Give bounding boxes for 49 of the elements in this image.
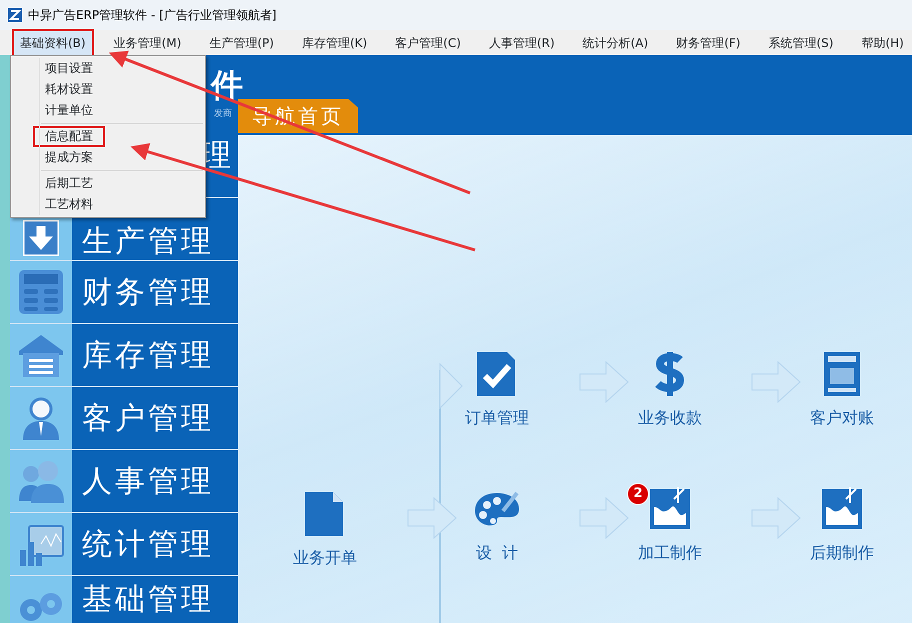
flow-node[interactable]: 业务开单 — [270, 490, 380, 570]
sidebar-item[interactable]: 库存管理 — [10, 324, 238, 387]
menu-option[interactable]: 耗材设置 — [33, 79, 105, 100]
menu-option[interactable]: 项目设置 — [33, 58, 105, 79]
node-label: 业务开单 — [293, 547, 357, 569]
flow-node[interactable]: 业务收款 — [615, 350, 725, 430]
calculator-icon — [17, 268, 65, 316]
download-icon — [23, 220, 59, 256]
sidebar-item[interactable]: 财务管理 — [10, 261, 238, 324]
window-title: 中异广告ERP管理软件 - [广告行业管理领航者] — [28, 7, 276, 24]
menu-item[interactable]: 财务管理(F) — [668, 28, 748, 56]
menu-item[interactable]: 库存管理(K) — [294, 28, 376, 56]
sidebar-item[interactable]: 客户管理 — [10, 387, 238, 450]
flow-node[interactable]: 加工制作 2 — [615, 485, 725, 565]
flow-node[interactable]: 后期制作 — [787, 485, 897, 565]
sidebar-item[interactable]: 人事管理 — [10, 450, 238, 513]
menu-option[interactable]: 计量单位 — [33, 100, 105, 121]
menu-option[interactable]: 信息配置 — [33, 126, 105, 147]
flow-arrow — [752, 496, 801, 540]
node-label: 设 计 — [476, 542, 518, 564]
app-logo-icon — [8, 8, 22, 22]
menu-item[interactable]: 帮助(H) — [853, 28, 912, 56]
count-badge: 2 — [627, 483, 649, 505]
menu-item[interactable]: 客户管理(C) — [387, 28, 469, 56]
node-label: 业务收款 — [638, 407, 702, 429]
menu-item[interactable]: 生产管理(P) — [201, 28, 282, 56]
flow-node[interactable]: 客户对账 — [787, 350, 897, 430]
node-label: 订单管理 — [465, 407, 529, 429]
menu-option[interactable]: 后期工艺 — [33, 173, 105, 194]
menu-option[interactable]: 提成方案 — [33, 147, 105, 168]
flow-node[interactable]: 设 计 — [442, 485, 552, 565]
sidebar-item[interactable]: 统计管理 — [10, 513, 238, 576]
menu-item[interactable]: 业务管理(M) — [106, 28, 190, 56]
header-title: 件 — [211, 69, 243, 101]
gears-icon — [19, 592, 63, 622]
node-label: 后期制作 — [810, 542, 874, 564]
flow-arrow — [580, 360, 629, 404]
flow-node[interactable]: 订单管理 — [442, 350, 552, 430]
sidebar-item[interactable]: 基础管理 — [10, 576, 238, 623]
menu-item[interactable]: 基础资料(B) — [12, 28, 94, 56]
menu-item[interactable]: 系统管理(S) — [760, 28, 842, 56]
header-subtitle: 发商 — [214, 110, 232, 119]
node-label: 客户对账 — [810, 407, 874, 429]
menu-item[interactable]: 人事管理(R) — [480, 28, 563, 56]
menu-item[interactable]: 统计分析(A) — [574, 28, 656, 56]
node-label: 加工制作 — [638, 542, 702, 564]
flow-arrow — [408, 496, 457, 540]
flow-arrow — [752, 360, 801, 404]
flow-arrow — [580, 496, 629, 540]
